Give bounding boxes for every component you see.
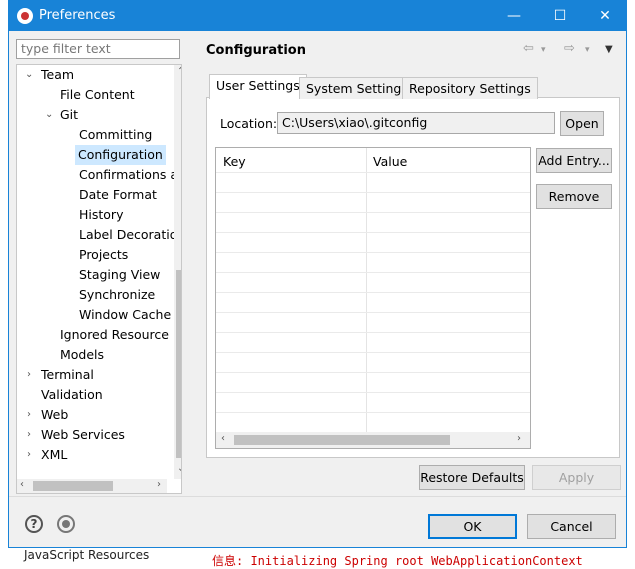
chevron-right-icon[interactable]: › (27, 449, 31, 460)
tree-item-staging-view[interactable]: Staging View (79, 265, 160, 285)
table-row (216, 412, 530, 413)
column-divider (366, 148, 367, 432)
tree-item-configuration[interactable]: Configuration (75, 145, 166, 165)
apply-button[interactable]: Apply (532, 465, 621, 490)
table-row (216, 292, 530, 293)
tree-item-committing[interactable]: Committing (79, 125, 152, 145)
tree-item-terminal[interactable]: Terminal (41, 365, 94, 385)
tree-item-synchronize[interactable]: Synchronize (79, 285, 155, 305)
scroll-up-icon[interactable]: ⌃ (177, 66, 181, 77)
tree-item-models[interactable]: Models (60, 345, 104, 365)
tree-item-date-format[interactable]: Date Format (79, 185, 157, 205)
chevron-down-icon[interactable]: ⌄ (25, 69, 33, 80)
scroll-left-icon[interactable]: ‹ (20, 479, 24, 490)
title-bar[interactable]: Preferences — ☐ ✕ (9, 1, 626, 31)
table-row (216, 352, 530, 353)
table-horizontal-scrollbar[interactable]: ‹ › (216, 432, 530, 448)
tree-item-window-cache[interactable]: Window Cache (79, 305, 171, 325)
page-title: Configuration (206, 43, 306, 58)
scroll-left-icon[interactable]: ‹ (221, 433, 225, 444)
minimize-button[interactable]: — (491, 1, 537, 31)
table-row (216, 232, 530, 233)
tab-system-settings[interactable]: System Settings (299, 77, 415, 99)
tree-item-label-decorations[interactable]: Label Decoratio (79, 225, 177, 245)
tree-item-git[interactable]: Git (60, 105, 78, 125)
table-row (216, 312, 530, 313)
eclipse-icon (17, 8, 33, 24)
background-project-item: JavaScript Resources (24, 548, 150, 562)
chevron-right-icon[interactable]: › (27, 369, 31, 380)
column-header-key[interactable]: Key (223, 154, 246, 169)
table-row (216, 272, 530, 273)
table-row (216, 192, 530, 193)
open-button[interactable]: Open (560, 111, 604, 136)
tree-item-projects[interactable]: Projects (79, 245, 128, 265)
tab-repository-settings[interactable]: Repository Settings (402, 77, 538, 99)
record-macro-icon[interactable] (57, 515, 75, 533)
tree-item-history[interactable]: History (79, 205, 123, 225)
location-label: Location: (220, 116, 278, 131)
view-menu-icon[interactable]: ▼ (605, 44, 613, 55)
table-row (216, 392, 530, 393)
chevron-down-icon[interactable]: ⌄ (45, 109, 53, 120)
chevron-right-icon[interactable]: › (27, 429, 31, 440)
scroll-down-icon[interactable]: ⌄ (177, 463, 181, 474)
table-row (216, 332, 530, 333)
column-header-value[interactable]: Value (373, 154, 407, 169)
maximize-button[interactable]: ☐ (537, 1, 583, 31)
remove-button[interactable]: Remove (536, 184, 612, 209)
add-entry-button[interactable]: Add Entry... (536, 148, 612, 173)
forward-arrow-icon[interactable]: ⇨ (564, 41, 575, 56)
tree-horizontal-scrollbar[interactable]: ‹ › (17, 479, 167, 493)
tree-item-ignored-resources[interactable]: Ignored Resource (60, 325, 169, 345)
footer-divider (9, 496, 626, 497)
tree-item-web[interactable]: Web (41, 405, 68, 425)
scroll-right-icon[interactable]: › (157, 479, 161, 490)
table-row (216, 172, 530, 173)
window-title: Preferences (39, 8, 116, 23)
preferences-dialog: Preferences — ☐ ✕ type filter text ⌄ Tea… (8, 0, 627, 548)
tree-scroll-thumb[interactable] (176, 270, 181, 458)
background-console-line: 信息: Initializing Spring root WebApplicat… (212, 554, 583, 568)
tab-user-settings[interactable]: User Settings (209, 74, 307, 99)
close-button[interactable]: ✕ (582, 1, 628, 31)
back-arrow-icon[interactable]: ⇦ (523, 41, 534, 56)
table-hscroll-thumb[interactable] (234, 435, 450, 445)
tree-vertical-scrollbar[interactable]: ⌃ ⌄ (174, 65, 181, 479)
cancel-button[interactable]: Cancel (527, 514, 616, 539)
tree-item-validation[interactable]: Validation (41, 385, 103, 405)
table-row (216, 372, 530, 373)
tree-item-confirmations[interactable]: Confirmations a (79, 165, 178, 185)
scroll-right-icon[interactable]: › (517, 433, 521, 444)
tree-item-xml[interactable]: XML (41, 445, 67, 465)
help-icon[interactable]: ? (25, 515, 43, 533)
forward-menu-icon[interactable]: ▾ (585, 45, 590, 55)
ok-button[interactable]: OK (428, 514, 517, 539)
restore-defaults-button[interactable]: Restore Defaults (419, 465, 525, 490)
tree-item-team[interactable]: Team (41, 65, 74, 85)
table-row (216, 252, 530, 253)
chevron-right-icon[interactable]: › (27, 409, 31, 420)
location-field[interactable]: C:\Users\xiao\.gitconfig (277, 112, 555, 134)
config-table[interactable]: Key Value ‹ › (215, 147, 531, 449)
tree-item-file-content[interactable]: File Content (60, 85, 135, 105)
table-row (216, 212, 530, 213)
back-menu-icon[interactable]: ▾ (541, 45, 546, 55)
tree-hscroll-thumb[interactable] (33, 481, 113, 491)
tree-item-web-services[interactable]: Web Services (41, 425, 125, 445)
filter-input[interactable]: type filter text (16, 39, 180, 59)
preferences-tree: ⌄ Team File Content ⌄ Git Committing Con… (16, 64, 182, 494)
